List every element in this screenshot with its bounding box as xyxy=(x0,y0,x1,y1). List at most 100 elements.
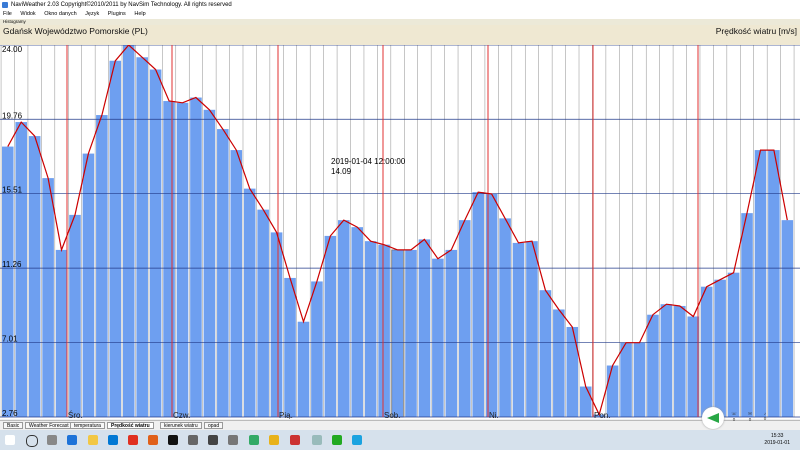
tab-weather-forecast[interactable]: Weather Forecast xyxy=(25,422,73,429)
menu-view[interactable]: Widok xyxy=(20,11,35,17)
photos-icon[interactable] xyxy=(249,435,259,445)
folder-icon[interactable] xyxy=(88,435,98,445)
tab-precipitation[interactable]: opad xyxy=(204,422,224,429)
bar-27[interactable] xyxy=(364,241,377,417)
bar-10[interactable] xyxy=(136,57,148,417)
tab-wind-speed[interactable]: Prędkość wiatru xyxy=(107,422,154,429)
bar-4[interactable] xyxy=(55,249,68,417)
menu-file[interactable]: File xyxy=(3,11,12,17)
menu-data-window[interactable]: Okno danych xyxy=(44,11,76,17)
y-tick-label: 11.26 xyxy=(2,260,22,269)
bar-58[interactable] xyxy=(781,220,794,417)
bar-1[interactable] xyxy=(15,122,27,418)
bar-47[interactable] xyxy=(633,342,646,417)
menu-language[interactable]: Język xyxy=(85,11,99,17)
bar-46[interactable] xyxy=(620,342,632,417)
tab-basic[interactable]: Basic xyxy=(3,422,24,429)
edge-icon[interactable] xyxy=(67,435,77,445)
navigation-button[interactable] xyxy=(702,407,724,429)
store-icon[interactable] xyxy=(108,435,118,445)
app-gray-icon[interactable] xyxy=(188,435,198,445)
weather-app-icon[interactable] xyxy=(312,435,322,445)
bar-20[interactable] xyxy=(270,232,283,417)
bar-16[interactable] xyxy=(217,129,229,417)
wind-speed-chart[interactable]: 24.00 19.76 15.51 11.26 7.01 2.76 Śro. Czw. Pią… xyxy=(0,45,800,419)
y-tick-label: 2.76 xyxy=(2,409,18,418)
start-icon[interactable] xyxy=(5,435,15,445)
opera-icon[interactable] xyxy=(128,435,138,445)
bar-14[interactable] xyxy=(190,97,202,418)
bar-37[interactable] xyxy=(499,218,511,417)
bar-30[interactable] xyxy=(405,249,417,417)
bar-50[interactable] xyxy=(674,305,686,417)
bar-39[interactable] xyxy=(526,241,538,417)
bar-38[interactable] xyxy=(512,242,525,417)
bar-42[interactable] xyxy=(566,326,579,417)
bar-22[interactable] xyxy=(297,321,310,417)
bar-25[interactable] xyxy=(338,220,350,417)
app-black-icon[interactable] xyxy=(168,435,178,445)
app-icon xyxy=(2,2,8,8)
bar-35[interactable] xyxy=(472,192,484,417)
bar-3[interactable] xyxy=(42,178,54,417)
bar-6[interactable] xyxy=(82,153,95,417)
bar-53[interactable] xyxy=(714,279,726,417)
menu-plugins[interactable]: Plugins xyxy=(108,11,126,17)
chrome-icon[interactable] xyxy=(269,435,279,445)
menu-help[interactable]: Help xyxy=(134,11,145,17)
app-tool-icon[interactable] xyxy=(228,435,238,445)
bar-15[interactable] xyxy=(203,109,216,418)
bar-29[interactable] xyxy=(391,249,404,418)
phone-indicator[interactable]: ☏ 0 xyxy=(729,411,739,425)
firefox-icon[interactable] xyxy=(148,435,158,445)
bar-49[interactable] xyxy=(660,304,673,417)
task-view-icon[interactable] xyxy=(47,435,57,445)
bar-5[interactable] xyxy=(69,214,81,417)
bar-2[interactable] xyxy=(28,136,41,417)
bar-26[interactable] xyxy=(351,227,364,417)
app-dark-icon[interactable] xyxy=(208,435,218,445)
bar-8[interactable] xyxy=(109,60,122,418)
app-red-icon[interactable] xyxy=(290,435,300,445)
clock[interactable]: 15:33 2019-01-01 xyxy=(764,433,790,447)
skype-icon[interactable] xyxy=(352,435,362,445)
bar-41[interactable] xyxy=(553,309,565,417)
bar-13[interactable] xyxy=(176,102,189,417)
bar-12[interactable] xyxy=(163,101,175,417)
bell-indicator[interactable]: ♪ 0 xyxy=(760,411,770,425)
bar-51[interactable] xyxy=(687,316,700,417)
day-label: Ni. xyxy=(489,411,499,419)
day-label: Śro. xyxy=(68,411,83,419)
day-label: Pon. xyxy=(594,411,610,419)
search-icon[interactable] xyxy=(26,435,38,447)
bar-7[interactable] xyxy=(96,115,108,418)
bar-33[interactable] xyxy=(445,249,458,417)
bar-19[interactable] xyxy=(257,209,269,417)
bar-54[interactable] xyxy=(727,272,740,417)
tooltip-value: 14.09 xyxy=(331,167,352,176)
tab-wind-direction[interactable]: kierunek wiatru xyxy=(160,422,202,429)
taskbar: 15:33 2019-01-01 xyxy=(0,430,800,450)
bar-28[interactable] xyxy=(378,244,390,417)
bar-23[interactable] xyxy=(311,281,323,417)
bar-43[interactable] xyxy=(579,386,592,417)
bar-11[interactable] xyxy=(149,69,162,417)
spotify-icon[interactable] xyxy=(332,435,342,445)
bar-55[interactable] xyxy=(741,213,753,417)
bar-31[interactable] xyxy=(418,239,431,417)
chat-indicator[interactable]: ✉ 0 xyxy=(745,411,755,425)
bar-48[interactable] xyxy=(647,314,659,417)
bar-52[interactable] xyxy=(700,286,713,417)
bar-45[interactable] xyxy=(606,365,619,417)
bar-40[interactable] xyxy=(539,290,552,417)
bar-34[interactable] xyxy=(458,220,471,417)
bar-32[interactable] xyxy=(432,258,444,417)
bar-21[interactable] xyxy=(284,277,296,417)
bar-9[interactable] xyxy=(122,45,135,417)
tab-temperature[interactable]: temperatura xyxy=(70,422,105,429)
bar-56[interactable] xyxy=(754,150,767,417)
bar-57[interactable] xyxy=(768,150,780,417)
bar-17[interactable] xyxy=(230,150,243,417)
bar-18[interactable] xyxy=(243,188,256,417)
bar-24[interactable] xyxy=(324,235,337,417)
